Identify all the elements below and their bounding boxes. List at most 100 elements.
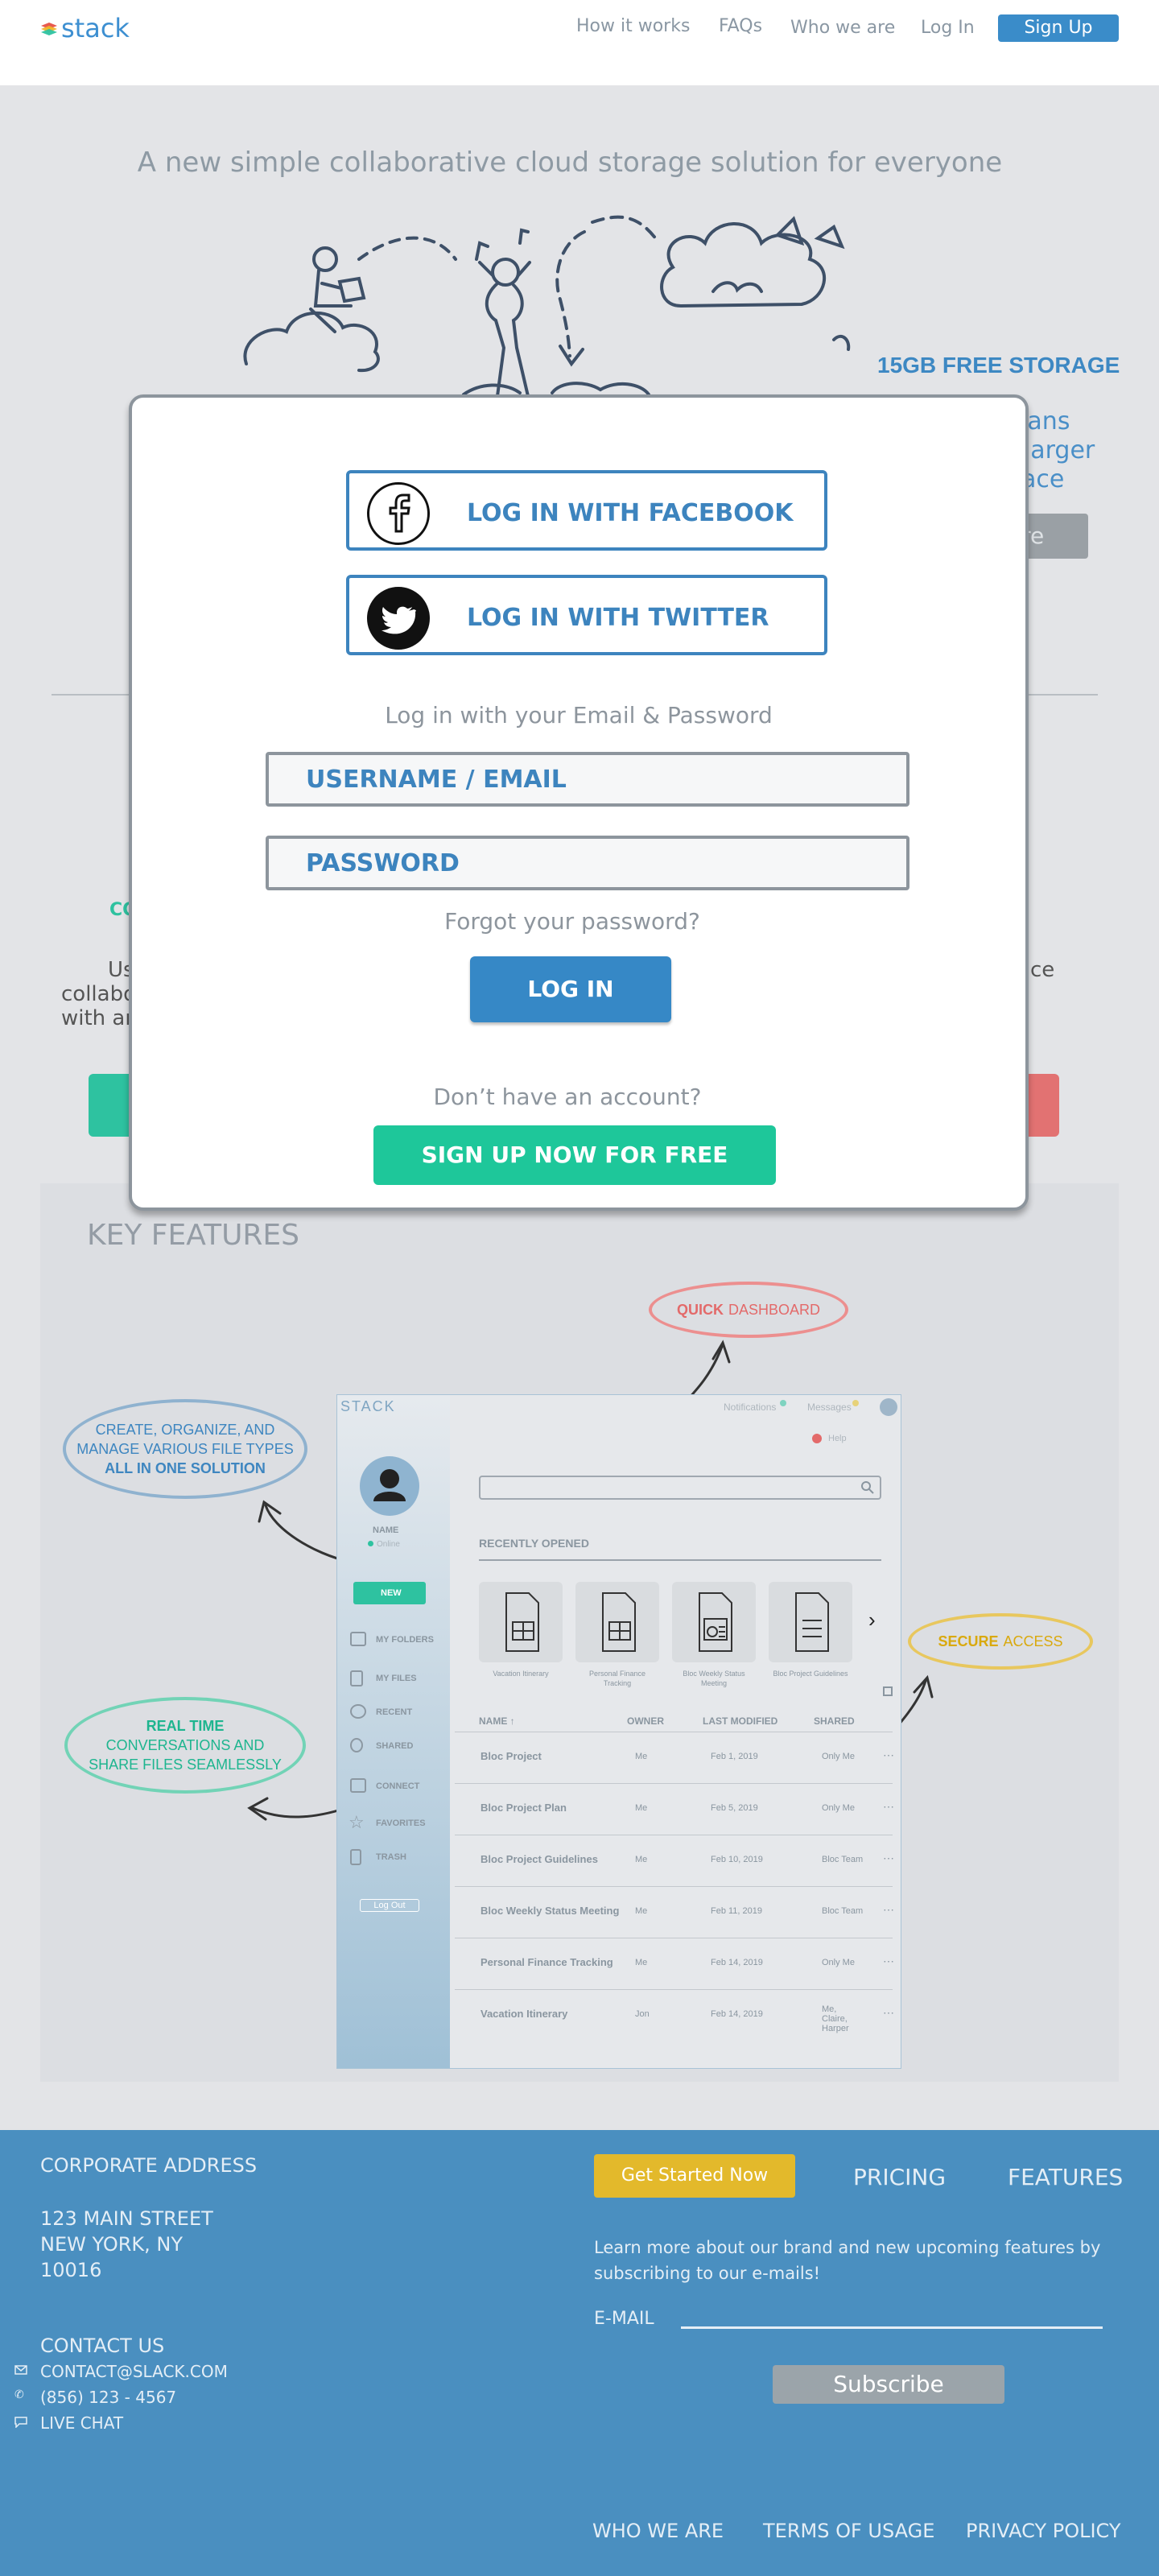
mock-logout-button[interactable]: Log Out	[360, 1899, 419, 1912]
row-shared: Me, Claire, Harper	[822, 2004, 849, 2033]
table-row[interactable]: Personal Finance Tracking Me Feb 14, 2019 O…	[455, 1938, 894, 1989]
footer-features-link[interactable]: FEATURES	[1008, 2164, 1123, 2190]
table-row[interactable]: Bloc Weekly Status Meeting Me Feb 11, 2019…	[455, 1886, 894, 1938]
more-icon[interactable]: ⋯	[883, 1903, 894, 1917]
contact-phone[interactable]: (856) 123 - 4567	[40, 2388, 176, 2407]
footer-terms[interactable]: TERMS OF USAGE	[763, 2520, 934, 2542]
mock-col-shared[interactable]: SHARED	[814, 1715, 855, 1727]
mock-card-finance[interactable]	[575, 1582, 659, 1662]
password-field[interactable]	[266, 836, 909, 890]
login-modal: LOG IN WITH FACEBOOK LOG IN WITH TWITTER…	[129, 394, 1029, 1211]
mock-help[interactable]: Help	[828, 1434, 847, 1443]
table-row[interactable]: Bloc Project Me Feb 1, 2019 Only Me ⋯	[455, 1732, 894, 1783]
row-name: Bloc Weekly Status Meeting	[481, 1905, 620, 1917]
mock-col-owner[interactable]: OWNER	[627, 1715, 664, 1727]
email-input[interactable]	[681, 2326, 1103, 2329]
contact-email[interactable]: CONTACT@SLACK.COM	[40, 2362, 228, 2381]
mock-card-vacation-label: Vacation Itinerary	[493, 1670, 549, 1678]
mock-notifications[interactable]: Notifications	[724, 1402, 776, 1413]
nav-log-in[interactable]: Log In	[921, 18, 975, 38]
email-label: E-MAIL	[594, 2309, 654, 2329]
grid-view-icon[interactable]	[883, 1686, 893, 1696]
notification-dot-icon	[780, 1400, 786, 1406]
mock-card-vacation[interactable]	[479, 1582, 563, 1662]
row-date: Feb 1, 2019	[711, 1752, 758, 1761]
app-screenshot-mock: STACK NAME Online NEW MY FOLDERS MY FILE…	[336, 1394, 901, 2069]
newsletter-text: Learn more about our brand and new upcom…	[594, 2238, 1101, 2283]
chevron-right-icon[interactable]: ›	[868, 1608, 876, 1633]
logo[interactable]: stack	[40, 13, 130, 43]
mock-search-input[interactable]	[479, 1476, 881, 1500]
hero-illustration	[243, 215, 851, 396]
document-file-icon	[795, 1592, 829, 1652]
mock-new-button[interactable]: NEW	[353, 1582, 426, 1604]
nav-faqs[interactable]: FAQs	[719, 16, 762, 36]
subscribe-button[interactable]: Subscribe	[773, 2365, 1004, 2404]
row-shared: Bloc Team	[822, 1855, 864, 1864]
table-row[interactable]: Vacation Itinerary Jon Feb 14, 2019 Me, Cla…	[455, 1989, 894, 2041]
signup-free-button[interactable]: SIGN UP NOW FOR FREE	[373, 1125, 776, 1185]
mock-user-name: NAME	[373, 1525, 399, 1535]
address-line-2: NEW YORK, NY	[40, 2233, 183, 2256]
mock-side-shared[interactable]: SHARED	[376, 1741, 413, 1751]
mock-col-name[interactable]: NAME ↑	[479, 1715, 515, 1727]
footer-privacy[interactable]: PRIVACY POLICY	[966, 2520, 1121, 2542]
chat-icon	[350, 1778, 366, 1793]
contact-us-heading: CONTACT US	[40, 2334, 165, 2357]
login-button[interactable]: LOG IN	[470, 956, 671, 1022]
footer-pricing-link[interactable]: PRICING	[853, 2164, 946, 2190]
mock-col-modified[interactable]: LAST MODIFIED	[703, 1715, 777, 1727]
password-input[interactable]	[306, 848, 869, 877]
more-icon[interactable]: ⋯	[883, 1955, 894, 1968]
mock-user-status: Online	[368, 1540, 400, 1549]
nav-how-it-works[interactable]: How it works	[576, 16, 690, 36]
user-icon	[373, 1469, 406, 1501]
mock-profile-icon[interactable]	[880, 1398, 897, 1416]
table-row[interactable]: Bloc Project Guidelines Me Feb 10, 2019 Blo…	[455, 1835, 894, 1886]
mock-card-status[interactable]	[672, 1582, 756, 1662]
get-started-button[interactable]: Get Started Now	[594, 2154, 795, 2198]
mock-side-connect[interactable]: CONNECT	[376, 1781, 419, 1791]
row-date: Feb 14, 2019	[711, 2009, 763, 2019]
address-line-3: 10016	[40, 2259, 102, 2281]
trash-icon	[350, 1849, 361, 1865]
more-icon[interactable]: ⋯	[883, 2006, 894, 2020]
signup-button[interactable]: Sign Up	[998, 14, 1119, 42]
mock-status-text: Online	[377, 1540, 400, 1549]
twitter-login-button[interactable]: LOG IN WITH TWITTER	[346, 575, 827, 655]
email-password-prompt: Log in with your Email & Password	[385, 702, 773, 729]
row-shared: Bloc Team	[822, 1906, 864, 1916]
peek-line-3: with an	[61, 1006, 138, 1030]
clock-icon	[350, 1704, 366, 1719]
more-icon[interactable]: ⋯	[883, 1748, 894, 1762]
address-line-1: 123 MAIN STREET	[40, 2207, 213, 2230]
message-dot-icon	[852, 1400, 859, 1406]
mock-side-my-files[interactable]: MY FILES	[376, 1674, 417, 1683]
mock-avatar	[360, 1456, 419, 1516]
username-input[interactable]	[306, 765, 869, 794]
more-icon[interactable]: ⋯	[883, 1800, 894, 1814]
mail-icon	[14, 2365, 27, 2375]
folder-icon	[350, 1632, 366, 1646]
online-dot-icon	[368, 1541, 373, 1546]
mock-side-recent[interactable]: RECENT	[376, 1707, 412, 1717]
mock-messages[interactable]: Messages	[807, 1402, 852, 1413]
facebook-login-button[interactable]: LOG IN WITH FACEBOOK	[346, 470, 827, 551]
username-field[interactable]	[266, 752, 909, 807]
table-row[interactable]: Bloc Project Plan Me Feb 5, 2019 Only Me ⋯	[455, 1783, 894, 1835]
mock-side-favorites[interactable]: FAVORITES	[376, 1818, 426, 1828]
facebook-icon	[367, 482, 430, 545]
row-name: Personal Finance Tracking	[481, 1956, 613, 1968]
spreadsheet-file-icon	[505, 1592, 539, 1652]
mock-side-trash[interactable]: TRASH	[376, 1852, 406, 1862]
live-chat-link[interactable]: LIVE CHAT	[40, 2413, 123, 2433]
mock-card-finance-label: Personal Finance Tracking	[588, 1670, 646, 1687]
nav-who-we-are[interactable]: Who we are	[790, 18, 895, 38]
row-name: Vacation Itinerary	[481, 2008, 568, 2020]
more-icon[interactable]: ⋯	[883, 1852, 894, 1865]
twitter-login-label: LOG IN WITH TWITTER	[467, 604, 769, 632]
forgot-password-link[interactable]: Forgot your password?	[126, 908, 1019, 935]
footer-who-we-are[interactable]: WHO WE ARE	[592, 2520, 724, 2542]
mock-side-my-folders[interactable]: MY FOLDERS	[376, 1635, 434, 1645]
mock-card-guidelines[interactable]	[769, 1582, 852, 1662]
